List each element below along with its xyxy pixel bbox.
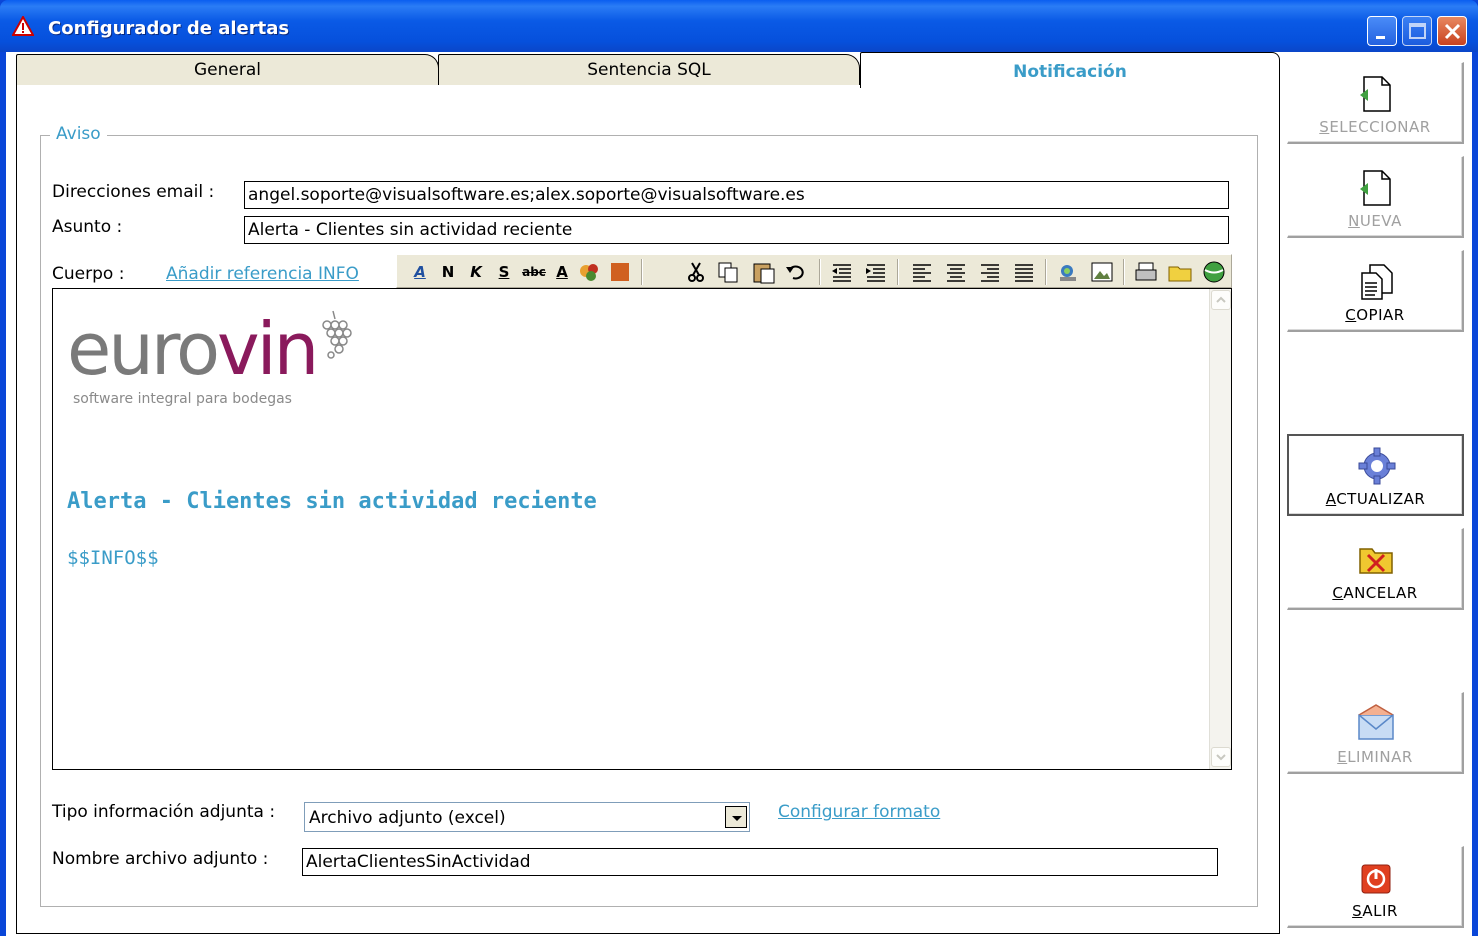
envelope-icon bbox=[1358, 704, 1394, 740]
toolbar-separator bbox=[897, 259, 899, 285]
chevron-up-icon bbox=[1216, 296, 1226, 303]
bold-button[interactable]: N bbox=[435, 259, 461, 285]
eliminar-button[interactable]: ELIMINAR bbox=[1287, 692, 1464, 774]
power-icon bbox=[1361, 864, 1391, 894]
strikethrough-button[interactable]: abc bbox=[521, 259, 547, 285]
attachment-filename-field[interactable]: AlertaClientesSinActividad bbox=[302, 848, 1218, 876]
email-label: Direcciones email : bbox=[52, 182, 215, 202]
maximize-icon bbox=[1409, 23, 1426, 39]
logo-tagline: software integral para bodegas bbox=[73, 391, 292, 407]
subject-field[interactable]: Alerta - Clientes sin actividad reciente bbox=[244, 216, 1229, 244]
seleccionar-label: SELECCIONAR bbox=[1319, 118, 1431, 136]
tab-general[interactable]: General bbox=[16, 54, 439, 86]
font-style-icon[interactable]: A bbox=[407, 259, 433, 285]
window-client: General Sentencia SQL Notificación Aviso… bbox=[6, 52, 1472, 936]
actualizar-label: ACTUALIZAR bbox=[1325, 490, 1426, 508]
tab-sentencia-sql[interactable]: Sentencia SQL bbox=[438, 54, 860, 86]
body-editor[interactable]: eurovin software integral para bodegas A… bbox=[52, 288, 1232, 770]
background-color-icon[interactable] bbox=[607, 259, 633, 285]
font-color-button[interactable]: A bbox=[549, 259, 575, 285]
gear-icon bbox=[1358, 447, 1396, 485]
info-placeholder: $$INFO$$ bbox=[67, 547, 159, 569]
attachment-type-select[interactable]: Archivo adjunto (excel) bbox=[304, 802, 750, 832]
seleccionar-button[interactable]: SELECCIONAR bbox=[1287, 62, 1464, 144]
copiar-label: COPIAR bbox=[1345, 306, 1405, 324]
toolbar-separator bbox=[819, 259, 821, 285]
cut-icon[interactable] bbox=[683, 259, 709, 285]
tab-notificacion[interactable]: Notificación bbox=[860, 52, 1280, 88]
new-document-icon bbox=[1360, 76, 1391, 112]
web-icon[interactable] bbox=[1201, 259, 1227, 285]
scroll-up-button[interactable] bbox=[1211, 290, 1231, 310]
hyperlink-icon[interactable] bbox=[1055, 259, 1081, 285]
insert-image-icon[interactable] bbox=[1089, 259, 1115, 285]
cancel-folder-icon bbox=[1359, 548, 1393, 574]
window-title: Configurador de alertas bbox=[48, 18, 290, 39]
minimize-button[interactable] bbox=[1367, 16, 1397, 46]
title-bar[interactable]: Configurador de alertas bbox=[0, 0, 1478, 52]
actualizar-button[interactable]: ACTUALIZAR bbox=[1287, 434, 1464, 516]
copy-document-icon bbox=[1361, 264, 1393, 300]
open-folder-icon[interactable] bbox=[1167, 259, 1193, 285]
highlight-icon[interactable] bbox=[577, 259, 603, 285]
nueva-label: NUEVA bbox=[1348, 212, 1402, 230]
chevron-down-icon bbox=[1216, 754, 1226, 761]
body-label: Cuerpo : bbox=[52, 264, 125, 284]
editor-scrollbar[interactable] bbox=[1209, 289, 1231, 769]
subject-label: Asunto : bbox=[52, 217, 123, 237]
print-icon[interactable] bbox=[1133, 259, 1159, 285]
body-heading: Alerta - Clientes sin actividad reciente bbox=[67, 489, 597, 514]
italic-button[interactable]: K bbox=[463, 259, 489, 285]
salir-button[interactable]: SALIR bbox=[1287, 846, 1464, 928]
underline-button[interactable]: S bbox=[491, 259, 517, 285]
toolbar-separator bbox=[1123, 259, 1125, 285]
chevron-down-icon bbox=[732, 816, 742, 821]
outdent-icon[interactable] bbox=[829, 259, 855, 285]
nueva-button[interactable]: NUEVA bbox=[1287, 156, 1464, 238]
attachment-type-value: Archivo adjunto (excel) bbox=[309, 808, 506, 828]
copy-icon[interactable] bbox=[715, 259, 741, 285]
toolbar-separator bbox=[1045, 259, 1047, 285]
email-field[interactable]: angel.soporte@visualsoftware.es;alex.sop… bbox=[244, 181, 1229, 209]
eurovin-logo: eurovin bbox=[67, 307, 319, 391]
indent-icon[interactable] bbox=[863, 259, 889, 285]
minimize-icon bbox=[1376, 36, 1385, 39]
configure-format-link[interactable]: Configurar formato bbox=[778, 802, 940, 822]
editor-toolbar: A N K S abc A bbox=[396, 254, 1232, 288]
toolbar-separator bbox=[641, 259, 643, 285]
attachment-filename-label: Nombre archivo adjunto : bbox=[52, 849, 269, 869]
warning-icon bbox=[12, 16, 34, 36]
copiar-button[interactable]: COPIAR bbox=[1287, 250, 1464, 332]
cancelar-button[interactable]: CANCELAR bbox=[1287, 528, 1464, 610]
justify-icon[interactable] bbox=[1011, 259, 1037, 285]
new-document-icon bbox=[1360, 170, 1391, 206]
add-info-reference-link[interactable]: Añadir referencia INFO bbox=[166, 264, 359, 284]
paste-icon[interactable] bbox=[751, 259, 777, 285]
close-icon bbox=[1444, 23, 1461, 40]
scroll-down-button[interactable] bbox=[1211, 747, 1231, 767]
undo-icon[interactable] bbox=[783, 259, 809, 285]
attachment-type-label: Tipo información adjunta : bbox=[52, 802, 276, 822]
align-center-icon[interactable] bbox=[943, 259, 969, 285]
salir-label: SALIR bbox=[1352, 902, 1398, 920]
align-right-icon[interactable] bbox=[977, 259, 1003, 285]
grape-icon bbox=[322, 310, 352, 359]
close-button[interactable] bbox=[1437, 16, 1467, 46]
dropdown-button[interactable] bbox=[725, 806, 747, 828]
cancelar-label: CANCELAR bbox=[1332, 584, 1418, 602]
eliminar-label: ELIMINAR bbox=[1337, 748, 1413, 766]
aviso-legend: Aviso bbox=[50, 124, 107, 144]
align-left-icon[interactable] bbox=[909, 259, 935, 285]
maximize-button[interactable] bbox=[1402, 16, 1432, 46]
